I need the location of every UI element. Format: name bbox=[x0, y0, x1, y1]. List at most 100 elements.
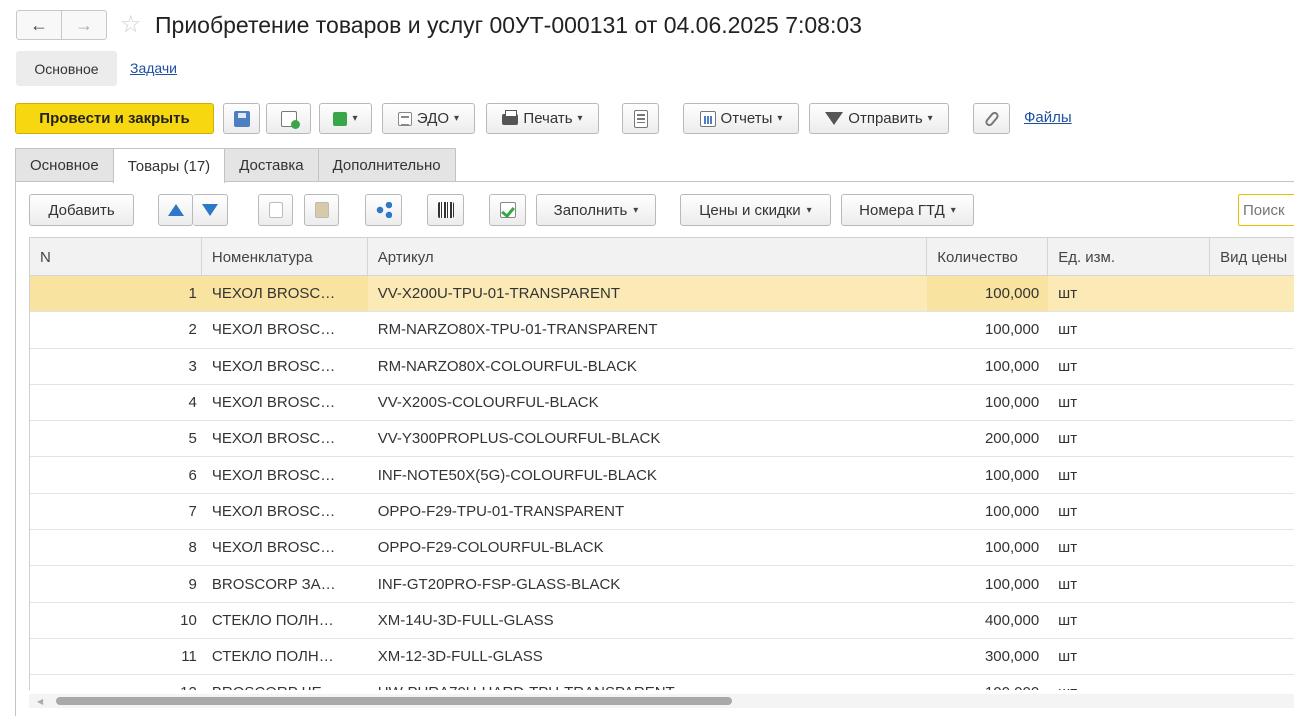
article-cell[interactable]: HW-PURA70U-HARD-TPU-TRANSPARENT bbox=[368, 675, 928, 690]
search-input[interactable] bbox=[1239, 195, 1294, 225]
column-header-price-type[interactable]: Вид цены bbox=[1210, 238, 1294, 276]
table-row[interactable]: 1 ЧЕХОЛ BROSC… VV-X200U-TPU-01-TRANSPARENT… bbox=[30, 276, 1294, 313]
paste-rows-button[interactable] bbox=[304, 194, 339, 226]
gtd-numbers-button[interactable]: Номера ГТД ▾ bbox=[841, 194, 974, 226]
move-down-button[interactable] bbox=[193, 194, 228, 226]
journal-button[interactable] bbox=[622, 103, 659, 134]
column-header-article[interactable]: Артикул bbox=[368, 238, 928, 276]
tab-delivery[interactable]: Доставка bbox=[224, 148, 319, 182]
quantity-cell[interactable]: 100,000 bbox=[927, 566, 1048, 601]
unit-cell[interactable]: шт bbox=[1048, 385, 1210, 420]
unit-cell[interactable]: шт bbox=[1048, 494, 1210, 529]
table-row[interactable]: 11 СТЕКЛО ПОЛН… XM-12-3D-FULL-GLASS 300,000… bbox=[30, 639, 1294, 676]
files-link[interactable]: Файлы bbox=[1024, 109, 1072, 126]
row-number[interactable]: 9 bbox=[30, 566, 202, 601]
unit-cell[interactable]: шт bbox=[1048, 421, 1210, 456]
row-number[interactable]: 2 bbox=[30, 312, 202, 347]
save-button[interactable] bbox=[223, 103, 260, 134]
quantity-cell[interactable]: 100,000 bbox=[927, 675, 1048, 690]
unit-cell[interactable]: шт bbox=[1048, 639, 1210, 674]
price-type-cell[interactable] bbox=[1210, 312, 1294, 347]
create-based-on-button[interactable]: ▾ bbox=[319, 103, 372, 134]
row-number[interactable]: 1 bbox=[30, 276, 202, 312]
nomenclature-cell[interactable]: BROSCORP ЗА… bbox=[202, 566, 368, 601]
nomenclature-cell[interactable]: ЧЕХОЛ BROSC… bbox=[201, 276, 368, 312]
nomenclature-cell[interactable]: ЧЕХОЛ BROSC… bbox=[202, 530, 368, 565]
send-button[interactable]: Отправить ▾ bbox=[809, 103, 949, 134]
nomenclature-cell[interactable]: ЧЕХОЛ BROSC… bbox=[202, 312, 368, 347]
column-header-quantity[interactable]: Количество bbox=[927, 238, 1049, 276]
quantity-cell[interactable]: 100,000 bbox=[927, 494, 1048, 529]
table-row[interactable]: 10 СТЕКЛО ПОЛН… XM-14U-3D-FULL-GLASS 400,00… bbox=[30, 603, 1294, 639]
section-tasks-link[interactable]: Задачи bbox=[130, 60, 177, 76]
reports-button[interactable]: Отчеты ▾ bbox=[683, 103, 799, 134]
tab-goods[interactable]: Товары (17) bbox=[112, 148, 226, 183]
column-header-nomenclature[interactable]: Номенклатура bbox=[202, 238, 368, 276]
table-row[interactable]: 2 ЧЕХОЛ BROSC… RM-NARZO80X-TPU-01-TRANSPAR… bbox=[30, 312, 1294, 349]
article-cell[interactable]: VV-X200S-COLOURFUL-BLACK bbox=[368, 385, 928, 420]
nomenclature-cell[interactable]: ЧЕХОЛ BROSC… bbox=[202, 385, 368, 420]
scrollbar-thumb[interactable] bbox=[56, 697, 732, 705]
price-type-cell[interactable] bbox=[1210, 494, 1294, 529]
article-cell[interactable]: XM-12-3D-FULL-GLASS bbox=[368, 639, 928, 674]
table-row[interactable]: 7 ЧЕХОЛ BROSC… OPPO-F29-TPU-01-TRANSPARENT… bbox=[30, 494, 1294, 531]
barcode-button[interactable] bbox=[427, 194, 464, 226]
quantity-cell[interactable]: 100,000 bbox=[927, 312, 1048, 347]
section-main[interactable]: Основное bbox=[16, 51, 117, 86]
post-button[interactable] bbox=[266, 103, 311, 134]
table-row[interactable]: 9 BROSCORP ЗА… INF-GT20PRO-FSP-GLASS-BLACK… bbox=[30, 566, 1294, 603]
row-number[interactable]: 10 bbox=[30, 603, 202, 638]
article-cell[interactable]: INF-GT20PRO-FSP-GLASS-BLACK bbox=[368, 566, 928, 601]
nomenclature-cell[interactable]: ЧЕХОЛ BROSC… bbox=[202, 349, 368, 384]
scroll-left-icon[interactable]: ◀ bbox=[37, 697, 43, 706]
price-type-cell[interactable] bbox=[1210, 421, 1294, 456]
prices-discounts-button[interactable]: Цены и скидки ▾ bbox=[680, 194, 831, 226]
article-cell[interactable]: XM-14U-3D-FULL-GLASS bbox=[368, 603, 928, 638]
arrow-right-icon[interactable]: → bbox=[61, 11, 106, 39]
split-row-button[interactable] bbox=[365, 194, 402, 226]
unit-cell[interactable]: шт bbox=[1048, 276, 1210, 311]
add-row-button[interactable]: Добавить bbox=[29, 194, 134, 226]
table-row[interactable]: 8 ЧЕХОЛ BROSC… OPPO-F29-COLOURFUL-BLACK 100… bbox=[30, 530, 1294, 567]
quantity-cell[interactable]: 100,000 bbox=[927, 276, 1049, 312]
nomenclature-cell[interactable]: ЧЕХОЛ BROSC… bbox=[202, 421, 368, 456]
nomenclature-cell[interactable]: ЧЕХОЛ BROSC… bbox=[202, 457, 368, 492]
quantity-cell[interactable]: 100,000 bbox=[927, 385, 1048, 420]
row-number[interactable]: 8 bbox=[30, 530, 202, 565]
unit-cell[interactable]: шт bbox=[1048, 530, 1210, 565]
row-number[interactable]: 4 bbox=[30, 385, 202, 420]
row-number[interactable]: 11 bbox=[30, 639, 202, 674]
table-row[interactable]: 12 BROSCORP ЧЕ… HW-PURA70U-HARD-TPU-TRANSP… bbox=[30, 675, 1294, 690]
row-number[interactable]: 12 bbox=[30, 675, 202, 690]
price-type-cell[interactable] bbox=[1210, 639, 1294, 674]
article-cell[interactable]: OPPO-F29-COLOURFUL-BLACK bbox=[368, 530, 928, 565]
tab-additional[interactable]: Дополнительно bbox=[317, 148, 456, 182]
table-row[interactable]: 4 ЧЕХОЛ BROSC… VV-X200S-COLOURFUL-BLACK 100… bbox=[30, 385, 1294, 422]
horizontal-scrollbar[interactable]: ◀ bbox=[29, 694, 1294, 708]
price-type-cell[interactable] bbox=[1210, 566, 1294, 601]
quantity-cell[interactable]: 300,000 bbox=[927, 639, 1048, 674]
price-type-cell[interactable] bbox=[1210, 603, 1294, 638]
article-cell[interactable]: VV-X200U-TPU-01-TRANSPARENT bbox=[368, 276, 928, 311]
table-row[interactable]: 6 ЧЕХОЛ BROSC… INF-NOTE50X(5G)-COLOURFUL-B… bbox=[30, 457, 1294, 494]
quantity-cell[interactable]: 100,000 bbox=[927, 349, 1048, 384]
article-cell[interactable]: OPPO-F29-TPU-01-TRANSPARENT bbox=[368, 494, 928, 529]
article-cell[interactable]: VV-Y300PROPLUS-COLOURFUL-BLACK bbox=[368, 421, 928, 456]
row-number[interactable]: 7 bbox=[30, 494, 202, 529]
row-number[interactable]: 3 bbox=[30, 349, 202, 384]
table-row[interactable]: 5 ЧЕХОЛ BROSC… VV-Y300PROPLUS-COLOURFUL-BL… bbox=[30, 421, 1294, 458]
price-type-cell[interactable] bbox=[1210, 530, 1294, 565]
edo-button[interactable]: ЭДО ▾ bbox=[382, 103, 475, 134]
copy-rows-button[interactable] bbox=[258, 194, 293, 226]
price-type-cell[interactable] bbox=[1210, 349, 1294, 384]
price-type-cell[interactable] bbox=[1210, 675, 1294, 690]
arrow-left-icon[interactable]: ← bbox=[17, 11, 61, 39]
article-cell[interactable]: RM-NARZO80X-COLOURFUL-BLACK bbox=[368, 349, 928, 384]
attach-button[interactable] bbox=[973, 103, 1010, 134]
unit-cell[interactable]: шт bbox=[1048, 457, 1210, 492]
price-type-cell[interactable] bbox=[1210, 385, 1294, 420]
price-type-cell[interactable] bbox=[1210, 276, 1294, 311]
quantity-cell[interactable]: 100,000 bbox=[927, 530, 1048, 565]
tab-main[interactable]: Основное bbox=[15, 148, 114, 182]
quantity-cell[interactable]: 400,000 bbox=[927, 603, 1048, 638]
